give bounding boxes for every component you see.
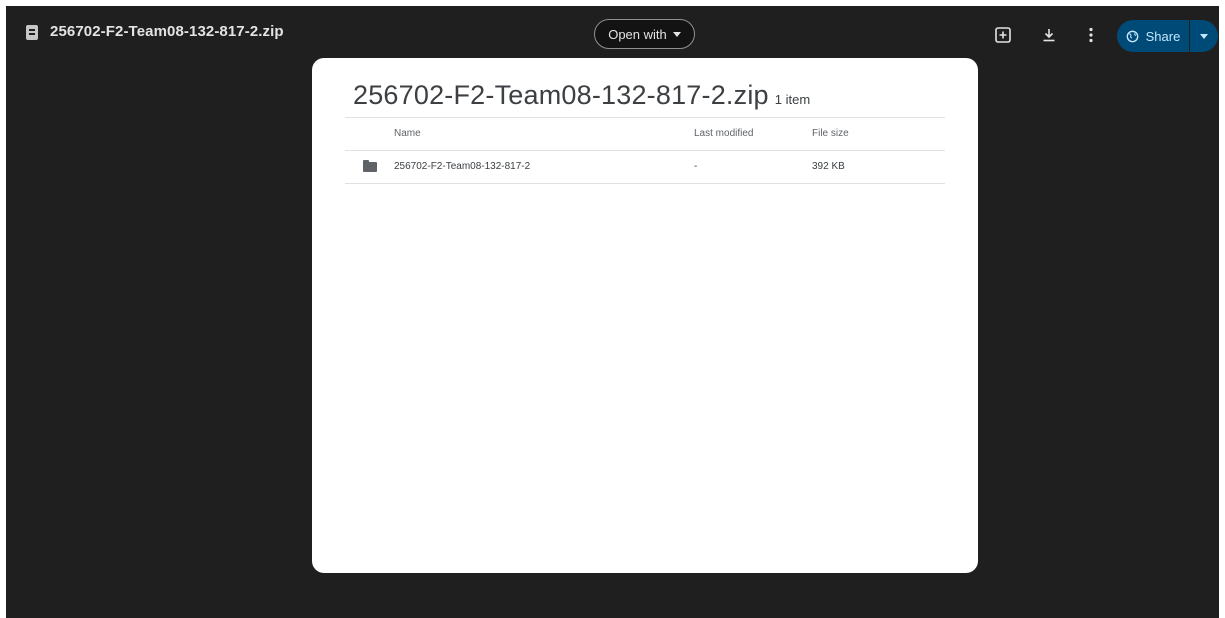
- share-button-group: Share: [1117, 20, 1218, 52]
- file-icon: [26, 25, 38, 40]
- archive-name: 256702-F2-Team08-132-817-2.zip: [353, 80, 769, 110]
- open-with-button[interactable]: Open with: [594, 19, 695, 49]
- row-name: 256702-F2-Team08-132-817-2: [394, 161, 531, 172]
- share-button[interactable]: Share: [1117, 20, 1189, 52]
- table-row[interactable]: 256702-F2-Team08-132-817-2 - 392 KB: [345, 150, 945, 184]
- download-icon[interactable]: [1038, 24, 1060, 46]
- column-header-modified[interactable]: Last modified: [694, 128, 753, 139]
- folder-icon: [363, 160, 377, 172]
- file-title: 256702-F2-Team08-132-817-2.zip: [50, 23, 284, 40]
- file-table: Name Last modified File size 256702-F2-T…: [345, 117, 945, 184]
- row-size: 392 KB: [812, 161, 845, 172]
- row-modified: -: [694, 161, 698, 172]
- chevron-down-icon: [1200, 33, 1208, 39]
- chevron-down-icon: [672, 31, 681, 37]
- column-header-size[interactable]: File size: [812, 128, 849, 139]
- item-count: 1 item: [774, 92, 811, 107]
- zip-contents-card: 256702-F2-Team08-132-817-2.zip 1 item Nam…: [312, 58, 978, 573]
- share-label: Share: [1145, 28, 1181, 44]
- column-header-name[interactable]: Name: [394, 128, 421, 139]
- open-with-label: Open with: [608, 26, 667, 42]
- page-title: 256702-F2-Team08-132-817-2.zip 1 item: [353, 80, 810, 111]
- table-header: Name Last modified File size: [345, 117, 945, 150]
- share-globe-icon: [1126, 30, 1139, 42]
- share-options-button[interactable]: [1190, 20, 1218, 52]
- add-shortcut-icon[interactable]: [992, 24, 1014, 46]
- more-icon[interactable]: [1080, 24, 1102, 46]
